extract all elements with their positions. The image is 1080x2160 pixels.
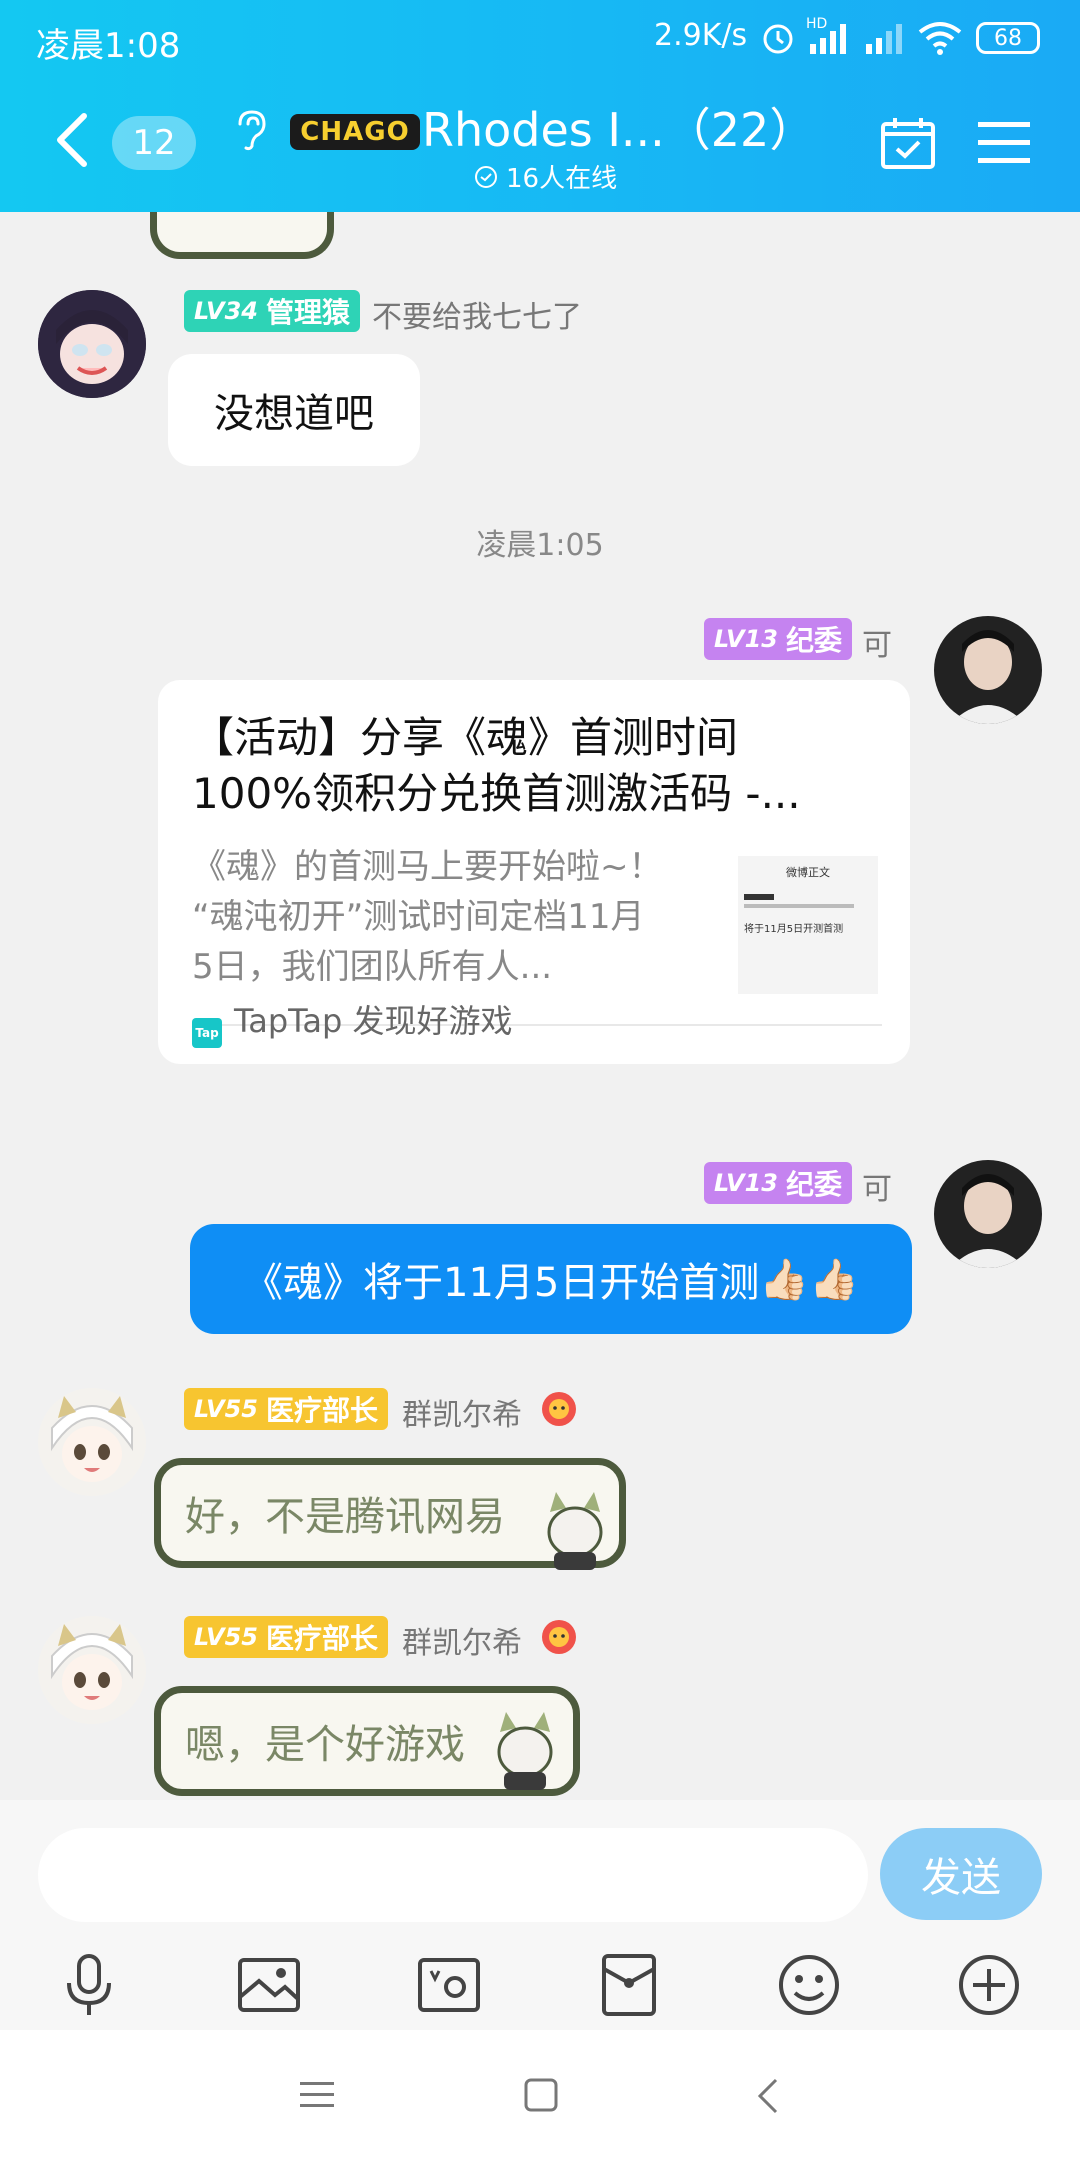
signal-icon [808,22,852,60]
card-description: 《魂》的首测马上要开始啦~！ “魂沌初开”测试时间定档11月 5日，我们团队所有… [192,842,692,992]
microphone-icon[interactable] [54,1950,124,2020]
chago-logo: CHAGO [290,114,420,150]
status-time: 凌晨1:08 [36,26,181,66]
thumb-text: 将于11月5日开测首测 [744,924,844,935]
battery-icon: 68 [976,22,1040,54]
level-badge: LV34 管理猿 [184,290,360,332]
role-title: 纪委 [785,624,842,657]
avatar[interactable] [38,1616,146,1724]
home-icon[interactable] [524,2078,558,2116]
sender-name[interactable]: 群凯尔希 [402,1390,522,1434]
message-input[interactable] [38,1828,868,1922]
message-bubble[interactable]: 《魂》将于11月5日开始首测 👍🏻👍🏻 [190,1224,912,1334]
taptap-icon: Tap [192,1018,222,1048]
role-title: 管理猿 [265,296,350,329]
camera-icon[interactable] [414,1950,484,2020]
emoji-icon[interactable] [774,1950,844,2020]
card-title-line-1: 【活动】分享《魂》首测时间 [192,713,739,762]
ear-icon[interactable] [234,108,268,156]
system-nav-bar [0,2030,1080,2160]
flower-icon [540,1618,578,1660]
image-icon[interactable] [234,1950,304,2020]
sender-name[interactable]: 可 [862,620,892,664]
online-check-icon [475,165,497,188]
level-number: LV13 [714,625,778,653]
level-badge: LV55 医疗部长 [184,1388,388,1430]
red-packet-icon[interactable] [594,1950,664,2020]
alarm-icon [760,20,796,60]
group-title[interactable]: Rhodes I...（22） [422,94,815,160]
calendar-check-icon[interactable] [880,116,936,174]
link-card[interactable]: 【活动】分享《魂》首测时间 100%领积分兑换首测激活码 -... 《魂》的首测… [158,680,910,1064]
message-text: 《魂》将于11月5日开始首测 [243,1260,760,1306]
sender-name[interactable]: 群凯尔希 [402,1618,522,1662]
card-desc-line-1: 《魂》的首测马上要开始啦~！ [192,847,663,887]
avatar[interactable] [38,290,146,398]
signal-2-icon [864,22,908,60]
sticker-fragment [150,212,334,259]
sender-name[interactable]: 可 [862,1164,892,1208]
nav-back-icon[interactable] [756,2076,780,2120]
role-title: 纪委 [785,1168,842,1201]
net-speed: 2.9K/s [654,18,748,53]
card-desc-line-2: “魂沌初开”测试时间定档11月 [192,897,645,937]
menu-icon[interactable] [978,120,1030,170]
card-desc-line-3: 5日，我们团队所有人... [192,947,553,987]
level-badge: LV13 纪委 [704,618,852,660]
online-count: 16人在线 [506,164,618,194]
thumbs-up-emoji: 👍🏻👍🏻 [759,1256,859,1303]
unread-count-badge[interactable]: 12 [112,116,196,170]
level-number: LV55 [194,1623,258,1651]
timestamp: 凌晨1:05 [476,528,604,563]
level-number: LV34 [194,297,258,325]
avatar[interactable] [934,616,1042,724]
online-status: 16人在线 [474,158,617,195]
level-badge: LV13 纪委 [704,1162,852,1204]
card-source: TapTap 发现好游戏 [234,1002,513,1040]
card-title-line-2: 100%领积分兑换首测激活码 -... [192,769,801,818]
message-text: 好，不是腾讯网易 [185,1494,505,1540]
flower-icon [540,1390,578,1432]
recents-icon[interactable] [300,2080,334,2114]
wifi-icon [918,20,962,60]
avatar[interactable] [934,1160,1042,1268]
role-title: 医疗部长 [265,1622,378,1655]
level-badge: LV55 医疗部长 [184,1616,388,1658]
send-button[interactable]: 发送 [880,1828,1042,1920]
thumb-caption: 微博正文 [786,866,830,879]
message-list[interactable]: LV34 管理猿 不要给我七七了 没想道吧 凌晨1:05 可 LV13 纪委 【… [0,212,1080,1800]
input-bar: 发送 [0,1800,1080,2030]
chat-header: 凌晨1:08 2.9K/s HD 68 12 CHAGO Rhodes I...… [0,0,1080,212]
sticker-character-icon [540,1492,610,1576]
card-title: 【活动】分享《魂》首测时间 100%领积分兑换首测激活码 -... [192,710,882,822]
sender-name[interactable]: 不要给我七七了 [372,292,582,336]
level-number: LV13 [714,1169,778,1197]
avatar[interactable] [38,1388,146,1496]
sticker-character-icon [490,1712,560,1796]
message-text: 嗯，是个好游戏 [185,1722,465,1768]
plus-icon[interactable] [954,1950,1024,2020]
message-bubble[interactable]: 没想道吧 [168,354,420,466]
card-thumbnail: 微博正文 将于11月5日开测首测 [738,856,878,994]
level-number: LV55 [194,1395,258,1423]
role-title: 医疗部长 [265,1394,378,1427]
back-icon[interactable] [54,112,90,172]
